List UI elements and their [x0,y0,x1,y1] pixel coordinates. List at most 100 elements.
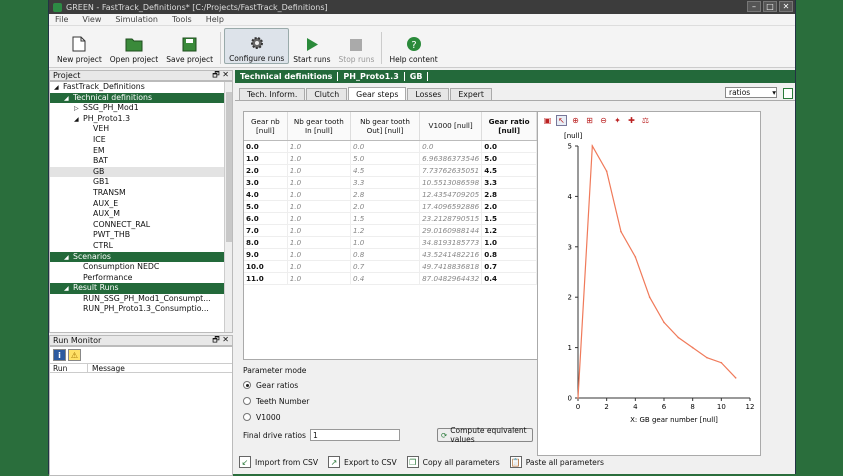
scale-icon[interactable]: ⚖ [640,115,651,126]
table-cell[interactable]: 87.0482964432 [419,272,483,285]
table-cell[interactable]: 5.0 [481,152,537,165]
paste-all-button[interactable]: 📋 Paste all parameters [509,456,604,468]
table-row[interactable]: 7.0 1.0 1.2 29.0160988144 1.2 [244,224,537,237]
panel-float-icon[interactable]: 🗗 ✕ [212,334,229,348]
table-cell[interactable]: 1.0 [287,140,351,153]
menu-help[interactable]: Help [206,15,224,24]
tree-item[interactable]: RUN_SSG_PH_Mod1_Consumpt... [50,294,232,305]
warning-icon[interactable]: ⚠ [68,349,81,361]
table-cell[interactable]: 1.0 [287,272,351,285]
menu-tools[interactable]: Tools [172,15,192,24]
marker-icon[interactable]: ✦ [612,115,623,126]
tree-item[interactable]: CONNECT_RAL [50,220,232,231]
tree-item[interactable]: ICE [50,135,232,146]
tree-item[interactable]: CTRL [50,241,232,252]
table-cell[interactable]: 1.2 [481,224,537,237]
column-header[interactable]: Nb gear tooth Out] [null] [350,112,421,141]
open-project-button[interactable]: Open project [106,28,162,64]
table-cell[interactable]: 0.0 [244,140,288,153]
table-cell[interactable]: 1.0 [244,152,288,165]
table-row[interactable]: 2.0 1.0 4.5 7.73762635051 4.5 [244,164,537,177]
table-cell[interactable]: 0.0 [419,140,483,153]
menu-file[interactable]: File [55,15,68,24]
table-cell[interactable]: 34.8193185773 [419,236,483,249]
table-cell[interactable]: 1.0 [287,200,351,213]
table-row[interactable]: 9.0 1.0 0.8 43.5241482216 0.8 [244,248,537,261]
table-cell[interactable]: 1.5 [350,212,421,225]
table-cell[interactable]: 23.2128790515 [419,212,483,225]
configure-runs-button[interactable]: Configure runs [224,28,290,64]
table-cell[interactable]: 0.4 [350,272,421,285]
tab-gear-steps[interactable]: Gear steps [348,87,407,100]
compute-equivalent-button[interactable]: ⟳ Compute equivalent values [437,426,533,444]
new-project-button[interactable]: New project [53,28,106,64]
table-cell[interactable]: 1.0 [287,188,351,201]
table-row[interactable]: 10.0 1.0 0.7 49.7418836818 0.7 [244,260,537,273]
table-cell[interactable]: 2.0 [350,200,421,213]
table-cell[interactable]: 11.0 [244,272,288,285]
table-cell[interactable]: 10.5513086598 [419,176,483,189]
radio-dot[interactable] [243,397,251,405]
table-row[interactable]: 6.0 1.0 1.5 23.2128790515 1.5 [244,212,537,225]
tab-tech-inform[interactable]: Tech. Inform. [239,88,306,100]
tree-item[interactable]: ◢ PH_Proto1.3 [50,114,232,125]
table-cell[interactable]: 17.4096592886 [419,200,483,213]
tree-item[interactable]: Performance [50,273,232,284]
tree-item[interactable]: ◢ Scenarios [50,251,232,263]
table-cell[interactable]: 1.0 [350,236,421,249]
table-cell[interactable]: 2.8 [481,188,537,201]
table-cell[interactable]: 9.0 [244,248,288,261]
table-row[interactable]: 3.0 1.0 3.3 10.5513086598 3.3 [244,176,537,189]
help-content-button[interactable]: ? Help content [385,28,441,64]
tree-item[interactable]: ▷ SSG_PH_Mod1 [50,103,232,114]
tree-item[interactable]: TRANSM [50,188,232,199]
tree-item[interactable]: ◢ Technical definitions [50,92,232,104]
tree-item[interactable]: BAT [50,156,232,167]
table-cell[interactable]: 1.0 [287,152,351,165]
radio-dot[interactable] [243,381,251,389]
table-cell[interactable]: 3.0 [244,176,288,189]
menu-simulation[interactable]: Simulation [115,15,158,24]
tree-item[interactable]: AUX_M [50,209,232,220]
col-message[interactable]: Message [88,364,125,373]
table-cell[interactable]: 2.0 [481,200,537,213]
radio-teeth-number[interactable]: Teeth Number [243,393,533,409]
table-cell[interactable]: 1.5 [481,212,537,225]
start-runs-button[interactable]: Start runs [289,28,334,64]
zoom-fit-icon[interactable]: ⊞ [584,115,595,126]
table-cell[interactable]: 7.0 [244,224,288,237]
minimize-icon[interactable]: – [747,1,761,12]
zoom-out-icon[interactable]: ⊖ [598,115,609,126]
tree-item[interactable]: VEH [50,124,232,135]
table-row[interactable]: 4.0 1.0 2.8 12.4354709205 2.8 [244,188,537,201]
radio-gear-ratios[interactable]: Gear ratios [243,377,533,393]
column-header[interactable]: Gear nb [null] [244,112,288,141]
table-cell[interactable]: 5.0 [244,200,288,213]
copy-all-button[interactable]: ❐ Copy all parameters [406,456,500,468]
table-cell[interactable]: 1.0 [287,236,351,249]
column-header[interactable]: Nb gear tooth In [null] [287,112,351,141]
table-cell[interactable]: 0.0 [481,140,537,153]
table-cell[interactable]: 3.3 [350,176,421,189]
radio-v1000[interactable]: V1000 [243,409,533,425]
table-cell[interactable]: 1.0 [287,260,351,273]
table-row[interactable]: 1.0 1.0 5.0 6.96386373546 5.0 [244,152,537,165]
tree-item[interactable]: AUX_E [50,199,232,210]
table-cell[interactable]: 4.0 [244,188,288,201]
table-cell[interactable]: 8.0 [244,236,288,249]
column-header[interactable]: Gear ratio [null] [481,112,537,141]
tree-item[interactable]: GB [50,166,232,178]
table-cell[interactable]: 1.0 [287,248,351,261]
table-cell[interactable]: 43.5241482216 [419,248,483,261]
table-cell[interactable]: 2.0 [244,164,288,177]
import-csv-button[interactable]: ↙ Import from CSV [239,456,318,468]
radio-dot[interactable] [243,413,251,421]
crosshair-icon[interactable]: ✚ [626,115,637,126]
table-cell[interactable]: 6.0 [244,212,288,225]
table-cell[interactable]: 49.7418836818 [419,260,483,273]
table-cell[interactable]: 0.7 [481,260,537,273]
table-cell[interactable]: 3.3 [481,176,537,189]
tree-item[interactable]: Consumption NEDC [50,262,232,273]
table-cell[interactable]: 4.5 [481,164,537,177]
view-select[interactable]: ratios ▾ [725,87,777,98]
